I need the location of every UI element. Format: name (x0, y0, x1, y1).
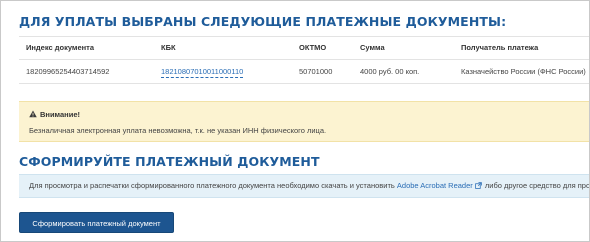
table-header-row: Индекс документа КБК ОКТМО Сумма Получат… (19, 36, 589, 60)
column-header-amount: Сумма (360, 43, 385, 52)
warning-alert: Внимание! Безналичная электронная уплата… (19, 101, 589, 142)
warning-text: Безналичная электронная уплата невозможн… (29, 126, 327, 135)
column-header-kbk: КБК (161, 43, 176, 52)
info-note: Для просмотра и распечатки сформированно… (19, 174, 590, 198)
column-header-recipient: Получатель платежа (461, 43, 539, 52)
warning-triangle-icon (29, 110, 37, 118)
amount-cell: 4000 руб. 00 коп. (360, 67, 420, 76)
generate-document-heading: СФОРМИРУЙТЕ ПЛАТЕЖНЫЙ ДОКУМЕНТ (19, 154, 320, 169)
column-header-index: Индекс документа (26, 43, 95, 52)
kbk-link[interactable]: 18210807010011000110 (161, 66, 244, 78)
recipient-cell: Казначейство России (ФНС России) (461, 67, 586, 76)
selected-documents-heading: ДЛЯ УПЛАТЫ ВЫБРАНЫ СЛЕДУЮЩИЕ ПЛАТЕЖНЫЕ Д… (19, 14, 507, 29)
info-text-suffix: либо другое средство для просмотра (484, 181, 590, 190)
table-row: 18209965254403714592 1821080701001100011… (19, 60, 589, 84)
external-link-icon (474, 182, 482, 189)
acrobat-reader-link[interactable]: Adobe Acrobat Reader (397, 181, 473, 190)
payment-documents-panel: ДЛЯ УПЛАТЫ ВЫБРАНЫ СЛЕДУЮЩИЕ ПЛАТЕЖНЫЕ Д… (0, 0, 590, 242)
warning-header: Внимание! (29, 110, 80, 119)
warning-title: Внимание! (40, 110, 80, 119)
column-header-oktmo: ОКТМО (299, 43, 327, 52)
generate-payment-document-button[interactable]: Сформировать платежный документ (19, 212, 174, 233)
document-index-cell: 18209965254403714592 (26, 67, 110, 76)
oktmo-cell: 50701000 (299, 67, 333, 76)
info-text-prefix: Для просмотра и распечатки сформированно… (29, 181, 395, 190)
payment-documents-table: Индекс документа КБК ОКТМО Сумма Получат… (19, 36, 589, 84)
kbk-cell: 18210807010011000110 (161, 60, 244, 83)
